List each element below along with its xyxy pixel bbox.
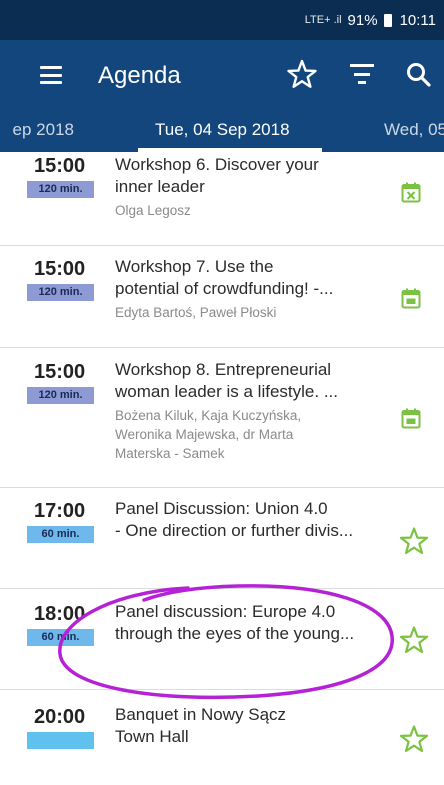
calendar-icon[interactable] xyxy=(401,408,421,429)
duration-badge: 120 min. xyxy=(27,181,94,198)
battery-icon xyxy=(383,13,392,27)
agenda-item[interactable]: 15:00 120 min. Workshop 6. Discover your… xyxy=(0,152,444,246)
agenda-list: 15:00 120 min. Workshop 6. Discover your… xyxy=(0,152,444,785)
session-time: 15:00 xyxy=(34,155,86,177)
session-title: Workshop 7. Use the potential of crowdfun… xyxy=(115,257,334,298)
session-time: 17:00 xyxy=(34,500,86,522)
session-title: Banquet in Nowy Sącz Town Hall xyxy=(115,705,287,746)
page-title: Agenda xyxy=(98,62,181,89)
session-time: 15:00 xyxy=(34,361,86,383)
duration-badge: 120 min. xyxy=(27,284,94,301)
favorite-star-icon[interactable] xyxy=(398,724,430,754)
signal-indicator: LTE+ .il xyxy=(304,14,342,26)
agenda-item[interactable]: 18:00 60 min. Panel discussion: Europe 4… xyxy=(0,589,444,690)
calendar-remove-icon[interactable] xyxy=(401,182,421,203)
favorites-star-icon[interactable] xyxy=(286,54,318,94)
agenda-item[interactable]: 17:00 60 min. Panel Discussion: Union 4.… xyxy=(0,488,444,589)
session-title: Workshop 8. Entrepreneurial woman leader … xyxy=(115,360,338,401)
hamburger-menu-icon[interactable] xyxy=(40,66,62,84)
clock: 10:11 xyxy=(399,11,436,29)
tab-next-day[interactable]: Wed, 05 xyxy=(384,120,444,140)
duration-badge: 120 min. xyxy=(27,387,94,404)
session-speakers: Edyta Bartoś, Paweł Płoski xyxy=(115,305,277,320)
app-bar: Agenda xyxy=(0,40,444,112)
status-bar: LTE+ .il 91% 10:11 xyxy=(0,0,444,40)
duration-badge: 60 min. xyxy=(27,526,94,543)
session-speakers: Bożena Kiluk, Kaja Kuczyńska, Weronika Ma… xyxy=(115,408,302,461)
favorite-star-icon[interactable] xyxy=(398,526,430,556)
duration-badge: 60 min. xyxy=(27,629,94,646)
favorite-star-icon[interactable] xyxy=(398,625,430,655)
session-title: Panel discussion: Europe 4.0 through the … xyxy=(115,602,355,643)
session-title: Panel Discussion: Union 4.0- One directi… xyxy=(115,499,354,540)
session-speakers: Olga Legosz xyxy=(115,203,191,218)
session-time: 18:00 xyxy=(34,603,86,625)
tab-current-day[interactable]: Tue, 04 Sep 2018 xyxy=(155,120,290,140)
duration-badge xyxy=(27,732,94,749)
session-time: 15:00 xyxy=(34,258,86,280)
date-tabs: ep 2018 Tue, 04 Sep 2018 Wed, 05 xyxy=(0,112,444,152)
agenda-item[interactable]: 15:00 120 min. Workshop 7. Use the potent… xyxy=(0,246,444,348)
battery-level: 91% xyxy=(347,11,378,29)
agenda-item[interactable]: 15:00 120 min. Workshop 8. Entrepreneuri… xyxy=(0,348,444,488)
search-icon[interactable] xyxy=(404,60,434,90)
tab-previous-day[interactable]: ep 2018 xyxy=(13,120,74,140)
calendar-icon[interactable] xyxy=(401,288,421,309)
agenda-item[interactable]: 20:00 Banquet in Nowy Sącz Town Hall xyxy=(0,690,444,785)
session-time: 20:00 xyxy=(34,706,86,728)
session-title: Workshop 6. Discover your inner leader xyxy=(115,155,319,196)
filter-icon[interactable] xyxy=(350,64,374,84)
